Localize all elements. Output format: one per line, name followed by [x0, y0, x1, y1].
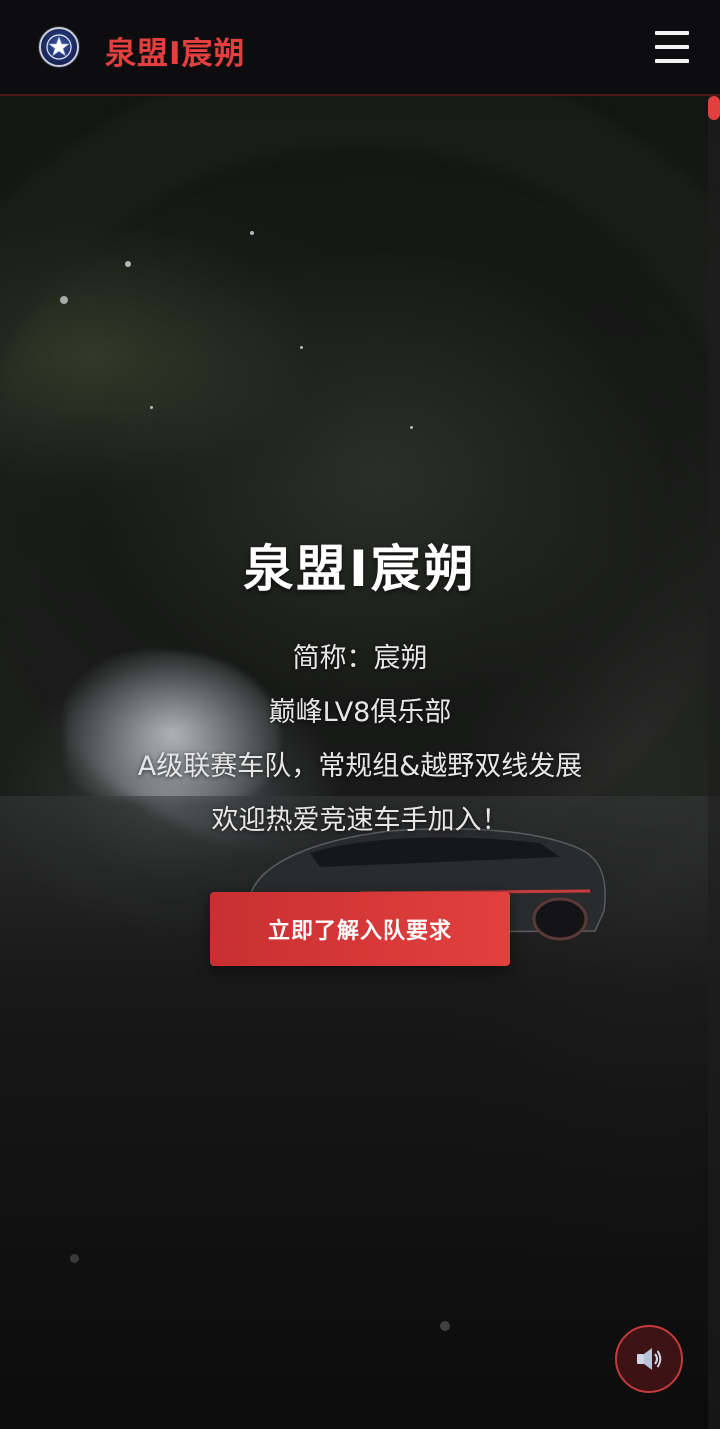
brand-name[interactable]: 泉盟I宸朔: [105, 28, 246, 73]
hero-line-welcome: 欢迎热爱竞速车手加入！: [211, 805, 509, 836]
star-emblem-icon: [46, 34, 72, 60]
rain-drop: [250, 231, 254, 235]
rain-drop: [60, 296, 68, 304]
rain-drop: [125, 261, 131, 267]
hero-content: 泉盟I宸朔 简称：宸朔 巅峰LV8俱乐部 A级联赛车队，常规组&越野双线发展 欢…: [0, 536, 720, 848]
rain-drop: [410, 426, 413, 429]
hero-title: 泉盟I宸朔: [243, 540, 477, 598]
rain-drop: [70, 1254, 79, 1263]
hero-description: 简称：宸朔 巅峰LV8俱乐部 A级联赛车队，常规组&越野双线发展 欢迎热爱竞速车…: [0, 632, 720, 848]
speaker-icon: [637, 1348, 662, 1370]
hero-line-abbreviation: 简称：宸朔: [292, 643, 428, 674]
rain-drop: [150, 406, 153, 409]
menu-bar: [655, 59, 689, 63]
rain-drop: [440, 1321, 450, 1331]
hero-line-league: A级联赛车队，常规组&越野双线发展: [137, 751, 583, 782]
scrollbar-thumb[interactable]: [708, 96, 720, 120]
menu-bar: [655, 31, 689, 35]
page: 泉盟I宸朔 泉盟I宸朔 简称：宸朔 巅峰LV8俱乐部 A级联赛车队，常规组&越野…: [0, 0, 720, 1429]
team-logo-icon[interactable]: [39, 27, 79, 67]
hamburger-menu-icon[interactable]: [652, 29, 692, 65]
hero-line-club-level: 巅峰LV8俱乐部: [268, 697, 452, 728]
menu-bar: [655, 45, 689, 49]
rain-drop: [300, 346, 303, 349]
hero-section: 泉盟I宸朔 简称：宸朔 巅峰LV8俱乐部 A级联赛车队，常规组&越野双线发展 欢…: [0, 96, 720, 1429]
sound-toggle-button[interactable]: [615, 1325, 683, 1393]
site-header: 泉盟I宸朔: [0, 0, 720, 96]
join-requirements-button[interactable]: 立即了解入队要求: [210, 892, 510, 966]
